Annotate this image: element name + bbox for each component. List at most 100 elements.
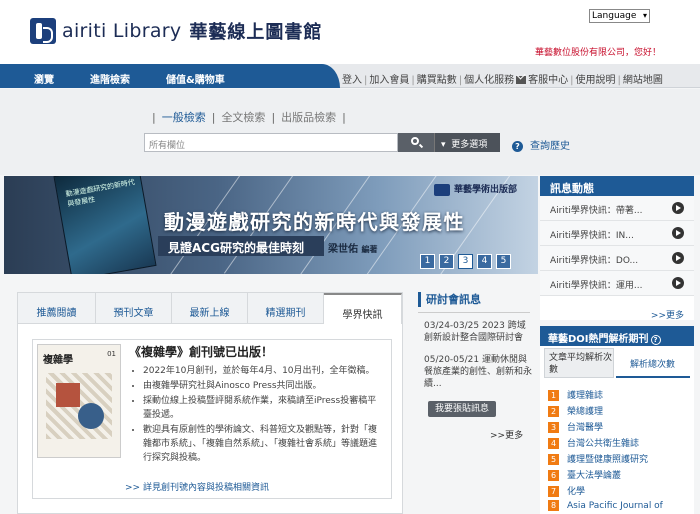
banner-pager: 1 2 3 4 5 bbox=[420, 254, 511, 269]
language-select[interactable]: Language ▾ bbox=[589, 9, 650, 23]
banner-subtitle: 見證ACG研究的最佳時刻 bbox=[158, 236, 324, 256]
nav-cart[interactable]: 儲值&購物車 bbox=[166, 71, 225, 86]
news-item-label: Airiti學界快訊：運用... bbox=[550, 281, 643, 291]
rank-journal: 臺大法學論叢 bbox=[567, 471, 622, 481]
link-sitemap[interactable]: 網站地圖 bbox=[623, 75, 663, 86]
news-heading: 訊息動態 bbox=[540, 176, 694, 196]
publisher-name: 華藝學術出版部 bbox=[454, 185, 518, 195]
seminar-item[interactable]: 05/20-05/21 運動休閒與餐旅產業的創性、創新和永續... bbox=[424, 354, 532, 390]
rank-number: 6 bbox=[548, 470, 559, 481]
search-icon bbox=[411, 137, 419, 145]
rank-number: 7 bbox=[548, 486, 559, 497]
seminar-panel: 研討會訊息 03/24-03/25 2023 跨域創新設計整合國際研討會 05/… bbox=[418, 292, 536, 442]
seminar-item[interactable]: 03/24-03/25 2023 跨域創新設計整合國際研討會 bbox=[424, 320, 532, 344]
language-select-label: Language bbox=[592, 11, 637, 21]
link-customer-service[interactable]: 客服中心 bbox=[528, 75, 568, 86]
banner-page-2[interactable]: 2 bbox=[439, 254, 454, 269]
promo-banner[interactable]: 動漫遊戲研究的新時代與發展性 華藝學術出版部 動漫遊戲研究的新時代與發展性 見證… bbox=[4, 176, 538, 274]
publisher-logo-icon bbox=[434, 183, 450, 196]
tab-average-resolutions[interactable]: 文章平均解析次數 bbox=[544, 348, 614, 378]
help-icon: ? bbox=[512, 140, 523, 152]
tab-recommended[interactable]: 推薦閱讀 bbox=[18, 293, 96, 324]
link-personal-service[interactable]: 個人化服務 bbox=[464, 75, 514, 86]
help-icon[interactable]: ? bbox=[650, 335, 661, 345]
play-icon[interactable] bbox=[672, 252, 684, 264]
news-panel: 訊息動態 Airiti學界快訊：帶著... Airiti學界快訊：IN... A… bbox=[540, 176, 694, 321]
news-item-label: Airiti學界快訊：帶著... bbox=[550, 206, 643, 216]
logo-text: airiti Library bbox=[62, 20, 182, 42]
journal-cover-title: 複雜學 bbox=[43, 355, 73, 366]
nav-advanced-search[interactable]: 進階檢索 bbox=[90, 71, 130, 86]
more-options-label: 更多選項 bbox=[451, 140, 488, 150]
rank-number: 2 bbox=[548, 406, 559, 417]
play-icon[interactable] bbox=[672, 227, 684, 239]
rank-journal: Asia Pacific Journal of bbox=[567, 501, 663, 511]
link-login[interactable]: 登入 bbox=[342, 75, 362, 86]
journal-cover-image[interactable]: 複雜學 01 bbox=[37, 344, 121, 458]
tab-basic-search[interactable]: 一般檢索 bbox=[162, 111, 206, 124]
article-bullets: 2022年10月創刊，並於每年4月、10月出刊，全年徵稿。 由複雜學研究社與Ai… bbox=[143, 364, 383, 466]
search-button[interactable] bbox=[398, 133, 434, 152]
rank-item[interactable]: 8 Asia Pacific Journal of bbox=[548, 500, 663, 511]
book-cover-title: 動漫遊戲研究的新時代與發展性 bbox=[65, 178, 136, 209]
news-item[interactable]: Airiti學界快訊：DO... bbox=[540, 246, 694, 271]
rank-item[interactable]: 4 台灣公共衛生雜誌 bbox=[548, 436, 639, 449]
tab-publication-search[interactable]: 出版品檢索 bbox=[281, 111, 336, 124]
rank-item[interactable]: 1 護理雜誌 bbox=[548, 388, 603, 401]
search-history-link[interactable]: ? 查詢歷史 bbox=[512, 137, 570, 152]
play-icon[interactable] bbox=[672, 277, 684, 289]
news-more-link[interactable]: >>更多 bbox=[651, 308, 684, 321]
news-item[interactable]: Airiti學界快訊：運用... bbox=[540, 271, 694, 296]
nav-browse[interactable]: 瀏覽 bbox=[34, 71, 54, 86]
banner-title: 動漫遊戲研究的新時代與發展性 bbox=[164, 210, 465, 234]
tab-featured-journals[interactable]: 精選期刊 bbox=[248, 293, 324, 324]
rank-item[interactable]: 3 台灣醫學 bbox=[548, 420, 603, 433]
post-event-button[interactable]: 我要張貼訊息 bbox=[428, 401, 496, 417]
journal-cover-art bbox=[46, 373, 112, 439]
search-input[interactable]: 所有欄位 bbox=[144, 133, 398, 152]
news-item[interactable]: Airiti學界快訊：帶著... bbox=[540, 196, 694, 221]
utility-links: 登入 | 加入會員 | 購買點數 | 個人化服務 客服中心 | 使用說明 | 網站地圖 bbox=[342, 75, 663, 86]
seminar-more-link[interactable]: >>更多 bbox=[490, 428, 523, 441]
rank-item[interactable]: 7 化學 bbox=[548, 484, 585, 497]
doi-heading-label: 華藝DOI熱門解析期刊 bbox=[548, 334, 649, 345]
tab-newest[interactable]: 最新上線 bbox=[172, 293, 248, 324]
primary-nav: 瀏覽 進階檢索 儲值&購物車 bbox=[0, 64, 340, 88]
tab-fulltext-search[interactable]: 全文檢索 bbox=[221, 111, 265, 124]
article-title[interactable]: 《複雜學》創刊號已出版！ bbox=[129, 343, 273, 360]
site-logo[interactable]: airiti Library 華藝線上圖書館 bbox=[30, 18, 322, 44]
tab-preprint[interactable]: 預刊文章 bbox=[96, 293, 172, 324]
rank-item[interactable]: 2 榮總護理 bbox=[548, 404, 603, 417]
rank-journal: 護理雜誌 bbox=[567, 391, 604, 401]
publisher-logo: 華藝學術出版部 bbox=[434, 182, 517, 196]
rank-journal: 台灣醫學 bbox=[567, 423, 604, 433]
link-register[interactable]: 加入會員 bbox=[369, 75, 409, 86]
banner-page-4[interactable]: 4 bbox=[477, 254, 492, 269]
tab-total-resolutions[interactable]: 解析總次數 bbox=[616, 348, 690, 378]
news-item[interactable]: Airiti學界快訊：IN... bbox=[540, 221, 694, 246]
link-buy-points[interactable]: 購買點數 bbox=[417, 75, 457, 86]
mail-icon[interactable] bbox=[516, 76, 527, 84]
content-tab-panel: 推薦閱讀 預刊文章 最新上線 精選期刊 學界快訊 複雜學 01 《複雜學》創刊號… bbox=[17, 292, 403, 514]
article-detail-link[interactable]: >> 詳見創刊號內容與投稿相關資訊 bbox=[125, 480, 269, 493]
tab-content: 複雜學 01 《複雜學》創刊號已出版！ 2022年10月創刊，並於每年4月、10… bbox=[32, 339, 392, 499]
rank-number: 8 bbox=[548, 500, 559, 511]
banner-page-1[interactable]: 1 bbox=[420, 254, 435, 269]
tab-academic-news[interactable]: 學界快訊 bbox=[324, 293, 402, 324]
user-greeting: 華藝數位股份有限公司，您好！ bbox=[535, 48, 662, 58]
banner-page-5[interactable]: 5 bbox=[496, 254, 511, 269]
article-bullet: 採動位線上投稿暨評閱系統作業，來稿請至iPress投審稿平臺投遞。 bbox=[143, 394, 383, 422]
rank-journal: 化學 bbox=[567, 487, 586, 497]
link-help[interactable]: 使用說明 bbox=[576, 75, 616, 86]
play-icon[interactable] bbox=[672, 202, 684, 214]
article-bullet: 歡迎具有原創性的學術論文、科普短文及觀點等，針對「複雜都市系統」、「複雜自然系統… bbox=[143, 423, 383, 465]
rank-item[interactable]: 6 臺大法學論叢 bbox=[548, 468, 621, 481]
divider bbox=[418, 312, 530, 313]
banner-author-role: 編著 bbox=[361, 245, 378, 254]
search-type-tabs: | 一般檢索 | 全文檢索 | 出版品檢索 | bbox=[152, 111, 346, 124]
more-options-button[interactable]: ▾ 更多選項 bbox=[434, 133, 500, 152]
rank-item[interactable]: 5 護理暨健康照護研究 bbox=[548, 452, 648, 465]
banner-page-3[interactable]: 3 bbox=[458, 254, 473, 269]
journal-cover-issue: 01 bbox=[107, 350, 116, 358]
rank-number: 1 bbox=[548, 390, 559, 401]
